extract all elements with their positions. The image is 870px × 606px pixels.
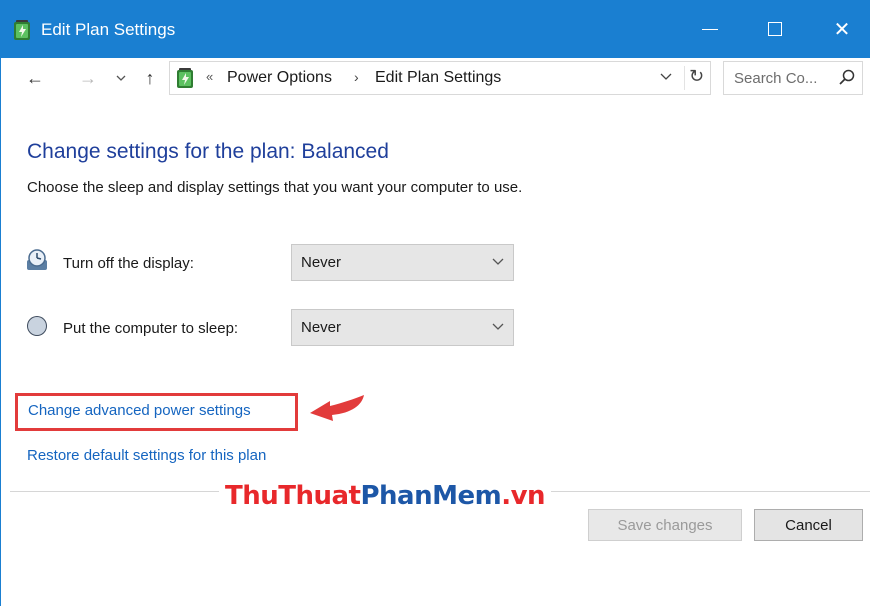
sleep-timeout-select[interactable]: Never (291, 309, 514, 346)
display-timer-icon (27, 249, 47, 270)
address-dropdown-icon[interactable] (660, 68, 672, 84)
edit-plan-settings-window: Edit Plan Settings ✕ ← → ↑ « Power Optio… (0, 0, 870, 606)
back-arrow-icon: ← (26, 67, 44, 88)
chevron-down-icon (492, 258, 504, 265)
search-placeholder: Search Co... (734, 70, 818, 87)
watermark-part-3: .vn (501, 481, 546, 511)
up-button[interactable]: ↑ (138, 65, 162, 91)
watermark-part-2: PhanMem (360, 481, 502, 511)
breadcrumb-edit-plan-settings[interactable]: Edit Plan Settings (375, 69, 501, 87)
power-options-icon (14, 20, 30, 40)
address-bar[interactable]: « Power Options › Edit Plan Settings ↻ (169, 61, 711, 95)
chevron-down-icon (116, 75, 126, 81)
recent-locations-button[interactable] (109, 65, 133, 91)
cancel-button[interactable]: Cancel (754, 509, 863, 541)
up-arrow-icon: ↑ (145, 67, 155, 88)
sleep-timeout-label: Put the computer to sleep: (63, 320, 239, 337)
minimize-icon (702, 28, 718, 30)
restore-defaults-link[interactable]: Restore default settings for this plan (27, 447, 266, 464)
close-icon: ✕ (833, 18, 851, 41)
save-changes-button[interactable]: Save changes (588, 509, 742, 541)
sleep-moon-icon (27, 316, 47, 336)
display-timeout-label: Turn off the display: (63, 255, 194, 272)
maximize-button[interactable] (746, 0, 804, 58)
minimize-button[interactable] (681, 0, 739, 58)
forward-arrow-icon: → (79, 67, 97, 88)
search-icon (839, 69, 855, 85)
title-bar[interactable]: Edit Plan Settings ✕ (1, 0, 870, 58)
sleep-timeout-value: Never (301, 319, 342, 336)
power-options-icon (177, 68, 193, 88)
chevron-down-icon (492, 323, 504, 330)
close-button[interactable]: ✕ (813, 0, 870, 58)
display-timeout-value: Never (301, 254, 342, 271)
page-subtitle: Choose the sleep and display settings th… (27, 179, 523, 196)
breadcrumb-overflow-icon[interactable]: « (206, 69, 213, 84)
refresh-icon[interactable]: ↻ (684, 66, 704, 90)
red-arrow-icon (310, 395, 364, 421)
maximize-icon (768, 22, 782, 36)
display-timeout-select[interactable]: Never (291, 244, 514, 281)
search-box[interactable]: Search Co... (723, 61, 863, 95)
breadcrumb-power-options[interactable]: Power Options (227, 69, 332, 87)
watermark-part-1: ThuThuat (225, 481, 361, 511)
page-title: Change settings for the plan: Balanced (27, 140, 389, 163)
watermark-logo: ThuThuatPhanMem.vn (219, 478, 552, 514)
back-button[interactable]: ← (23, 65, 47, 91)
breadcrumb-separator-icon[interactable]: › (354, 69, 359, 85)
advanced-power-settings-link[interactable]: Change advanced power settings (28, 402, 251, 419)
forward-button[interactable]: → (76, 65, 100, 91)
window-title: Edit Plan Settings (41, 20, 176, 39)
navigation-bar: ← → ↑ « Power Options › Edit Plan Settin… (1, 58, 870, 98)
